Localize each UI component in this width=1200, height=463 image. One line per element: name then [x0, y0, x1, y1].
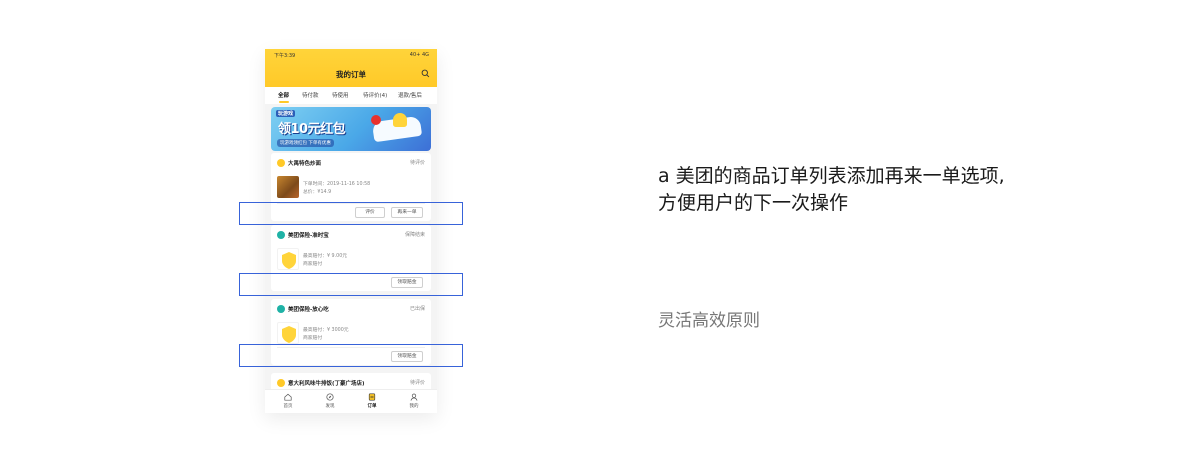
order-status: 保障结束 — [404, 232, 425, 238]
insurance-shield-icon — [277, 305, 285, 313]
annotation-title-line: 方便用户的下一次操作 — [658, 192, 849, 214]
home-icon — [284, 393, 292, 401]
tab-to-review[interactable]: 待评价(4) — [363, 91, 387, 99]
food-shop-icon — [277, 379, 285, 387]
tab-to-use[interactable]: 待使用 — [332, 91, 349, 99]
page-title: 我的订单 — [336, 70, 366, 79]
status-time: 下午3:39 — [274, 53, 296, 59]
shop-name[interactable]: 大禹特色炒面 — [288, 159, 321, 167]
order-status: 已出保 — [409, 306, 425, 312]
tab-pending-payment[interactable]: 待付款 — [302, 91, 319, 99]
bottom-tab-bar: 首页 发现 订单 我的 — [265, 389, 437, 413]
action-highlight-frame — [239, 344, 463, 367]
reorder-highlight-frame — [239, 202, 463, 225]
banner-redpacket-graphic — [371, 115, 381, 125]
order-card-header: 美团保险-准时宝 保障结束 — [277, 231, 425, 241]
tabbar-item-orders[interactable]: 订单 — [360, 393, 384, 409]
tab-refund[interactable]: 退款/售后 — [398, 91, 422, 99]
yellow-shield-icon — [282, 326, 296, 343]
compass-icon — [326, 393, 334, 401]
order-card-header: 美团保险-放心吃 已出保 — [277, 305, 425, 315]
active-tab-indicator — [279, 101, 289, 103]
tabbar-item-discover[interactable]: 发现 — [318, 393, 342, 409]
shop-name[interactable]: 意大利风味牛排饭(丁豪广场店) — [288, 379, 365, 387]
tabbar-label: 订单 — [367, 404, 377, 409]
user-icon — [410, 393, 418, 401]
order-card-header: 意大利风味牛排饭(丁豪广场店) 待评价 — [277, 379, 425, 389]
order-card-header: 大禹特色炒面 待评价 — [277, 159, 425, 169]
search-icon[interactable] — [421, 69, 430, 78]
banner-tag: 玩游戏 — [276, 110, 296, 117]
action-highlight-frame — [239, 273, 463, 296]
tab-all[interactable]: 全部 — [278, 91, 289, 99]
status-indicators: 40+ 4G — [409, 52, 429, 58]
yellow-shield-icon — [282, 252, 296, 269]
order-list-icon — [368, 393, 376, 401]
annotation-title-line: a 美团的商品订单列表添加再来一单选项, — [658, 165, 1005, 187]
payout-source: 商家赔付 — [303, 336, 323, 341]
annotation-principle: 灵活高效原则 — [658, 311, 760, 331]
order-tabs: 全部 待付款 待使用 待评价(4) 退款/售后 — [265, 87, 437, 104]
order-status: 待评价 — [409, 160, 425, 166]
order-total: 总价：¥14.9 — [303, 190, 332, 195]
banner-headline: 领10元红包 — [278, 122, 346, 137]
annotation-title: a 美团的商品订单列表添加再来一单选项, 方便用户的下一次操作 — [658, 163, 1005, 217]
tabbar-label: 我的 — [409, 404, 419, 409]
tabbar-item-home[interactable]: 首页 — [276, 393, 300, 409]
dish-thumbnail — [277, 176, 299, 198]
banner-character-graphic — [393, 113, 407, 127]
tabbar-label: 首页 — [283, 404, 293, 409]
max-payout: 最高赔付：¥ 3000元 — [303, 328, 349, 333]
promo-banner[interactable]: 玩游戏 领10元红包 玩游戏领红包 下单有优惠 — [271, 107, 431, 151]
tabbar-label: 发现 — [325, 404, 335, 409]
shop-name[interactable]: 美团保险-放心吃 — [288, 305, 329, 313]
insurance-thumbnail — [277, 322, 299, 344]
max-payout: 最高赔付：¥ 9.00元 — [303, 254, 348, 259]
header-bar: 下午3:39 40+ 4G 我的订单 — [265, 49, 437, 87]
tabbar-item-profile[interactable]: 我的 — [402, 393, 426, 409]
order-time: 下单时间：2019-11-16 10:58 — [303, 182, 371, 187]
food-shop-icon — [277, 159, 285, 167]
canvas: 下午3:39 40+ 4G 我的订单 全部 待付款 待使用 待评价(4) 退款/… — [0, 0, 1200, 463]
order-status: 待评价 — [409, 380, 425, 386]
banner-subline: 玩游戏领红包 下单有优惠 — [277, 139, 334, 147]
insurance-thumbnail — [277, 248, 299, 270]
shop-name[interactable]: 美团保险-准时宝 — [288, 231, 329, 239]
insurance-shield-icon — [277, 231, 285, 239]
payout-source: 商家赔付 — [303, 262, 323, 267]
status-bar: 下午3:39 40+ 4G — [265, 52, 437, 62]
